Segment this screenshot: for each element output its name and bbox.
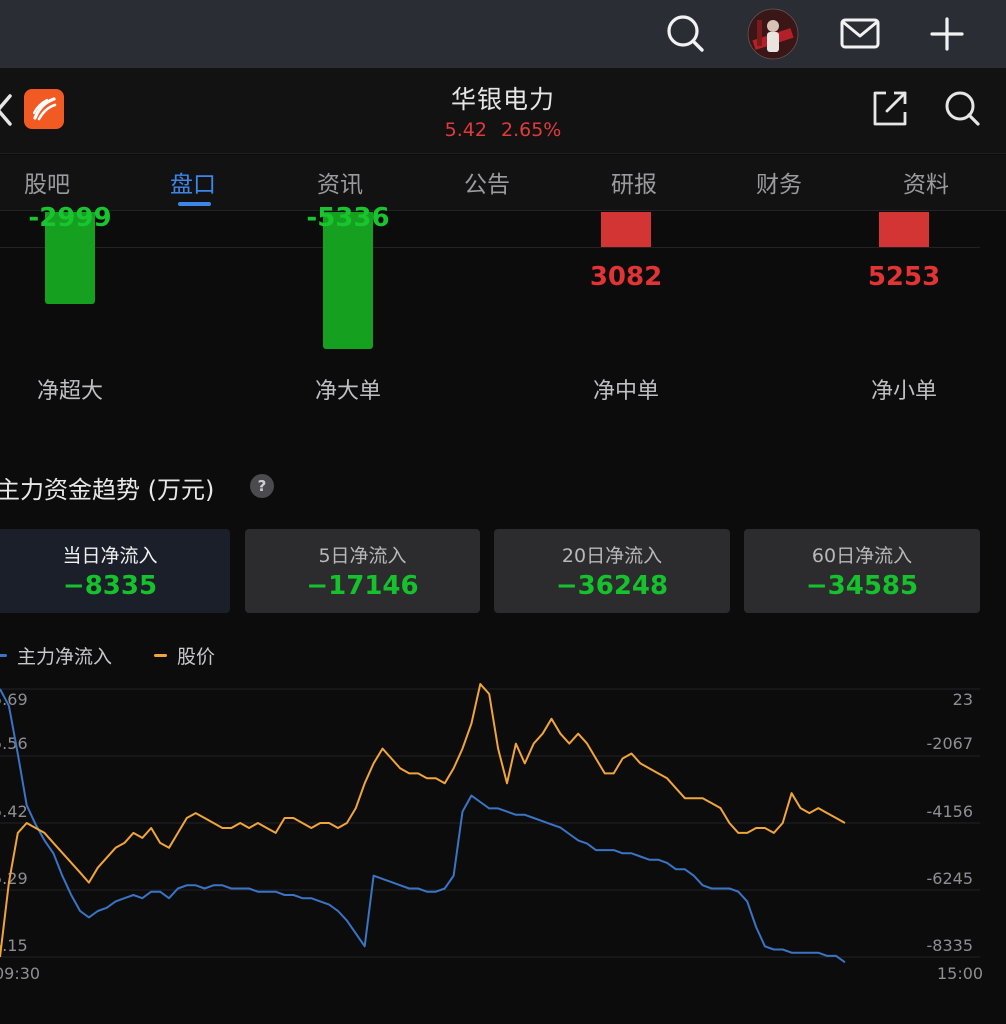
trend-chart	[0, 683, 980, 964]
series-line-price	[0, 683, 846, 958]
series-line-main-flow	[0, 688, 846, 964]
chart-grid	[0, 688, 980, 958]
